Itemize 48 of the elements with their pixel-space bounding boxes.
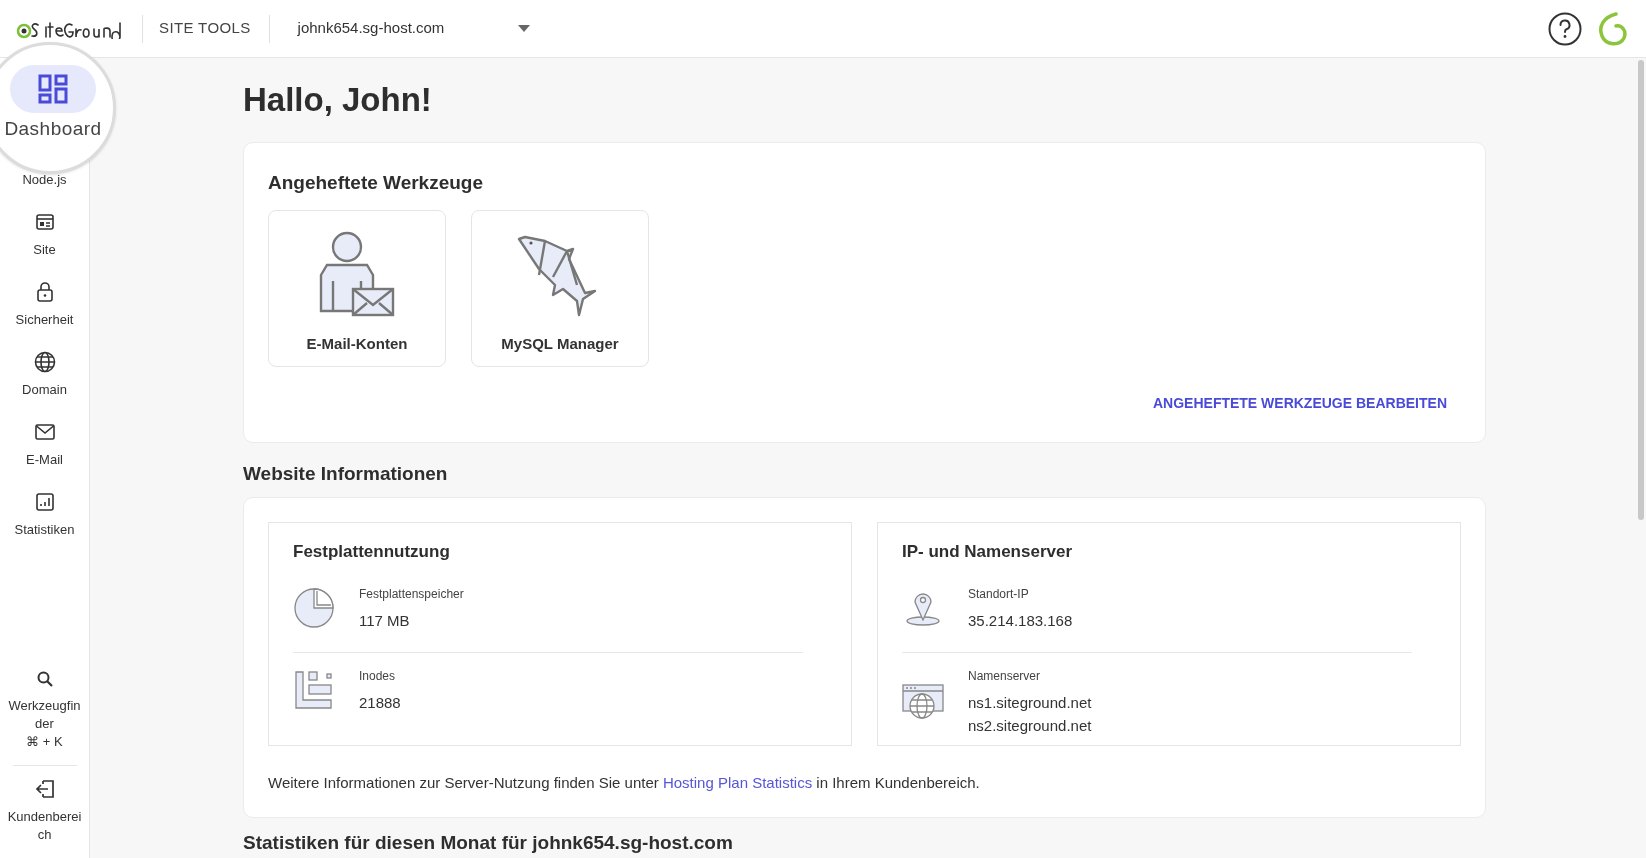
hosting-stats-link[interactable]: Hosting Plan Statistics	[662, 774, 813, 791]
sidebar-item[interactable]: Sicherheit	[4, 262, 85, 332]
section-heading: Angeheftete Werkzeuge	[268, 171, 485, 195]
globe-icon	[33, 351, 56, 373]
section-heading: Website Informationen	[243, 463, 449, 485]
info-note: Weitere Informationen zur Server-Nutzung finden Sie unter Hosting Plan Statistics in Ihrem Kundenbereich.	[268, 773, 981, 793]
sidebar-item[interactable]: Node.js	[4, 172, 85, 192]
sidebar-item[interactable]: E-Mail	[4, 402, 85, 472]
sidebar-item[interactable]: Werkzeugfinder ⌘ + K	[6, 671, 83, 751]
lock-icon	[36, 282, 53, 302]
nav-label: Dashboard	[4, 117, 102, 141]
site-selector[interactable]: johnk654.sg-host.com	[297, 17, 531, 40]
map-pin-icon	[906, 590, 940, 626]
dashboard-nav-button[interactable]	[10, 65, 96, 113]
stat-value: 35.214.183.168	[968, 610, 1073, 631]
scrollbar[interactable]	[1638, 60, 1644, 520]
section-heading: Statistiken für diesen Monat für johnk654.sg-host.com	[243, 831, 734, 854]
envelope-icon	[34, 424, 55, 440]
pinned-tool-tile[interactable]: E-Mail-Konten	[268, 209, 446, 367]
stat-value: ns2.siteground.net	[968, 715, 1092, 736]
dashboard-icon	[38, 74, 68, 104]
pinned-tool-tile[interactable]: MySQL Manager	[471, 209, 649, 367]
person-with-envelope-icon	[319, 230, 395, 317]
bar-chart-icon	[35, 493, 54, 511]
panel-heading: Festplattennutzung	[293, 541, 451, 563]
stat-value: ns1.siteground.net	[968, 692, 1092, 713]
sidebar-item[interactable]: Domain	[4, 332, 85, 402]
stat-value: 21888	[359, 692, 401, 713]
stat-label: Namenserver	[968, 667, 1042, 685]
edit-pinned-link[interactable]: ANGEHEFTETE WERKZEUGE BEARBEITEN	[1153, 392, 1447, 414]
stat-label: Festplattenspeicher	[359, 585, 464, 603]
exit-icon	[34, 780, 55, 798]
sidebar-item[interactable]: Kundenbereich	[6, 780, 83, 844]
blocks-icon	[295, 671, 333, 709]
pie-chart-icon	[293, 587, 335, 629]
stat-label: Inodes	[359, 667, 397, 685]
stat-value: 117 MB	[359, 610, 411, 631]
greeting-heading: Hallo, John!	[243, 80, 433, 120]
caret-icon	[518, 25, 531, 32]
site-tools-label: SITE TOOLS	[159, 18, 251, 39]
browser-globe-icon	[902, 683, 944, 720]
panel-heading: IP- und Namenserver	[902, 541, 1074, 563]
site-icon	[35, 214, 54, 230]
search-icon	[36, 671, 53, 687]
help-icon[interactable]	[1548, 11, 1582, 46]
sidebar-item[interactable]: Site	[4, 192, 85, 262]
stat-label: Standort-IP	[968, 585, 1030, 603]
sidebar-item[interactable]: Statistiken	[4, 472, 85, 542]
